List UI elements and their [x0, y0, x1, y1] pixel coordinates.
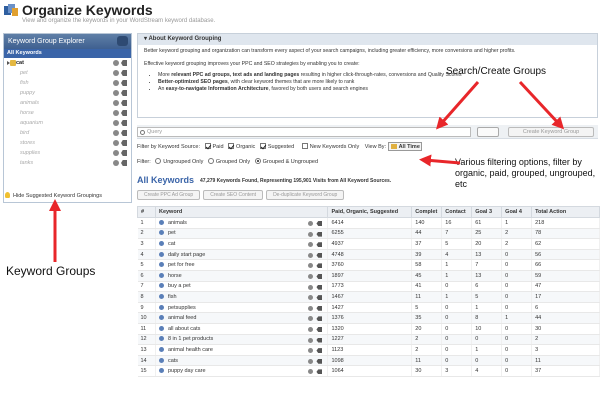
annotation-arrows	[49, 80, 565, 262]
arrow-to-filters	[419, 154, 461, 167]
arrow-to-create	[518, 80, 565, 130]
arrow-to-search	[436, 81, 480, 130]
